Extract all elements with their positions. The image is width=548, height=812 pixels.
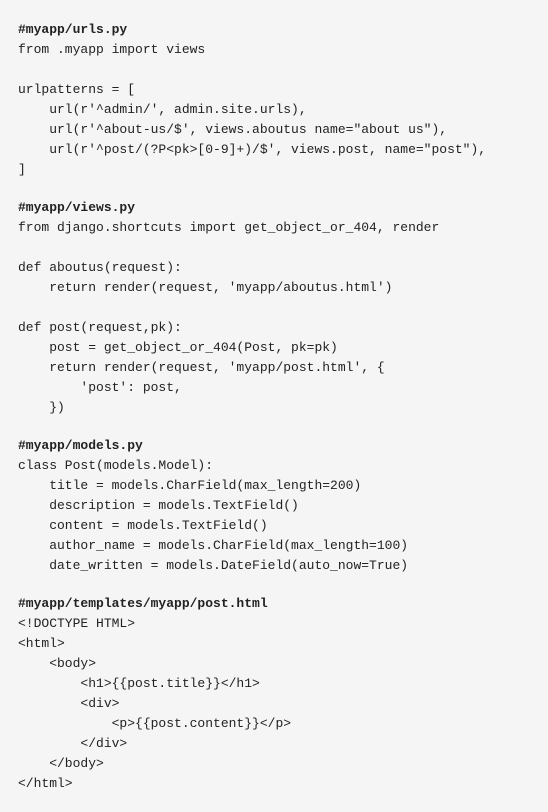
code-document: #myapp/urls.py from .myapp import views …	[18, 20, 530, 794]
section-heading: #myapp/views.py	[18, 198, 530, 218]
code-content: <!DOCTYPE HTML> <html> <body> <h1>{{post…	[18, 614, 530, 794]
section-template: #myapp/templates/myapp/post.html <!DOCTY…	[18, 594, 530, 794]
code-content: from django.shortcuts import get_object_…	[18, 218, 530, 418]
section-heading: #myapp/templates/myapp/post.html	[18, 594, 530, 614]
section-views: #myapp/views.py from django.shortcuts im…	[18, 198, 530, 418]
section-heading: #myapp/urls.py	[18, 20, 530, 40]
section-models: #myapp/models.py class Post(models.Model…	[18, 436, 530, 576]
code-content: from .myapp import views urlpatterns = […	[18, 40, 530, 180]
code-content: class Post(models.Model): title = models…	[18, 456, 530, 576]
section-urls: #myapp/urls.py from .myapp import views …	[18, 20, 530, 180]
section-heading: #myapp/models.py	[18, 436, 530, 456]
